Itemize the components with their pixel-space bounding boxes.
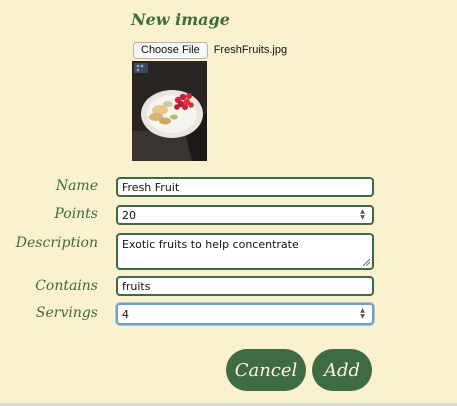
file-picker: Choose File FreshFruits.jpg bbox=[133, 41, 287, 59]
name-field-value: Fresh Fruit bbox=[122, 180, 180, 194]
selected-file-name: FreshFruits.jpg bbox=[213, 44, 288, 56]
servings-label: Servings bbox=[35, 305, 98, 321]
points-field-value: 20 bbox=[122, 208, 136, 222]
description-label: Description bbox=[15, 235, 98, 251]
servings-field[interactable]: 4 ▲ ▼ bbox=[116, 303, 374, 325]
points-field[interactable]: 20 ▲ ▼ bbox=[116, 205, 374, 225]
choose-file-button[interactable]: Choose File bbox=[133, 41, 208, 59]
servings-stepper-icon[interactable]: ▲ ▼ bbox=[358, 308, 367, 320]
description-field[interactable]: Exotic fruits to help concentrate bbox=[116, 233, 374, 270]
servings-field-value: 4 bbox=[122, 307, 129, 321]
name-label: Name bbox=[55, 178, 98, 194]
image-preview bbox=[132, 61, 207, 161]
points-label: Points bbox=[54, 206, 98, 222]
name-field[interactable]: Fresh Fruit bbox=[116, 177, 374, 197]
contains-field-value: fruits bbox=[122, 279, 151, 293]
contains-label: Contains bbox=[35, 278, 98, 294]
add-button[interactable]: Add bbox=[312, 349, 372, 391]
resize-handle-icon[interactable] bbox=[363, 259, 370, 266]
description-field-value: Exotic fruits to help concentrate bbox=[122, 238, 299, 251]
contains-field[interactable]: fruits bbox=[116, 276, 374, 296]
points-stepper-icon[interactable]: ▲ ▼ bbox=[358, 209, 367, 221]
cancel-button[interactable]: Cancel bbox=[226, 349, 306, 391]
form-heading: New image bbox=[131, 10, 230, 29]
